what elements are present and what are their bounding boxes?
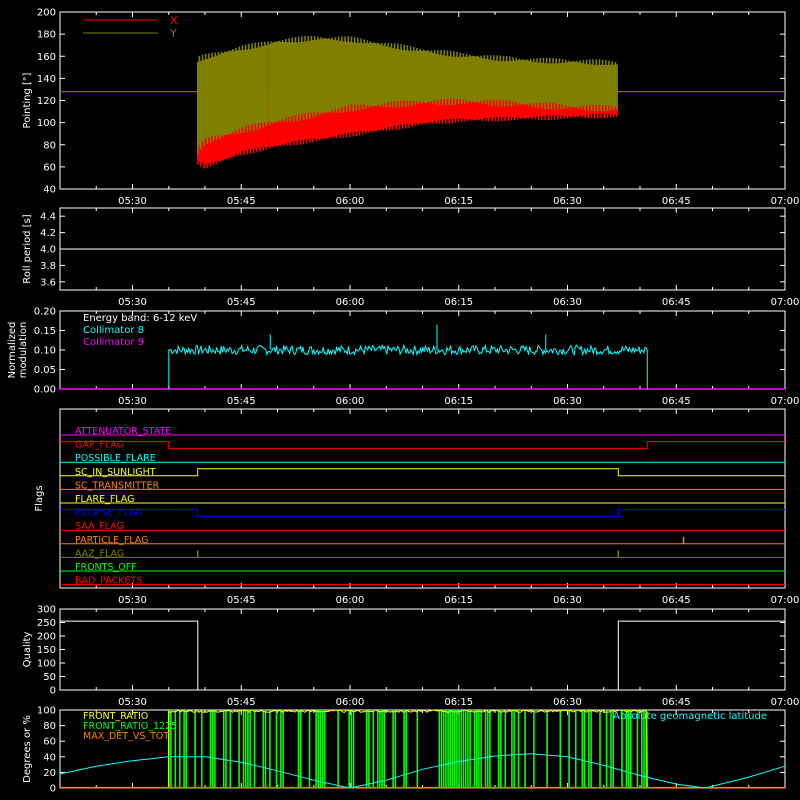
x-tick-label: 05:30	[118, 297, 147, 308]
x-tick-label: 05:45	[227, 595, 256, 606]
x-tick-label: 06:15	[444, 196, 473, 207]
y-tick-label: 200	[37, 8, 56, 19]
x-tick-label: 06:15	[444, 297, 473, 308]
y-tick-label: 40	[43, 185, 56, 196]
x-tick-label: 06:45	[662, 396, 691, 407]
y-tick-label: 0	[50, 686, 56, 697]
y-tick-label: 0.15	[34, 326, 56, 337]
y-axis-label: Pointing ["]	[22, 72, 33, 128]
x-tick-label: 06:45	[662, 196, 691, 207]
x-tick-label: 06:30	[553, 595, 582, 606]
x-tick-label: 06:00	[336, 196, 365, 207]
legend-label: Collimator 9	[83, 337, 144, 348]
x-tick-label: 06:30	[553, 297, 582, 308]
flags-panel: 05:30 05:45 06:00 06:15 06:30 06:45 07:00 Flags…	[34, 408, 800, 606]
y-tick-label: 300	[37, 605, 56, 616]
x-tick-label: 06:00	[336, 396, 365, 407]
x-tick-label: 06:15	[444, 396, 473, 407]
x-tick-label: 05:45	[227, 297, 256, 308]
y-tick-label: 150	[37, 645, 56, 656]
y-tick-label: 60	[43, 162, 56, 173]
x-tick-label: 06:30	[553, 396, 582, 407]
x-tick-label: 05:30	[118, 697, 147, 708]
flag-line	[60, 468, 785, 477]
legend-label: X	[170, 14, 178, 27]
x-tick-label: 07:00	[771, 297, 800, 308]
y-tick-label: 0	[50, 784, 56, 795]
flag-line	[60, 441, 785, 450]
y-axis-label: Degrees or %	[22, 715, 33, 783]
y-tick-label: 80	[43, 140, 56, 151]
y-tick-label: 4.2	[40, 228, 56, 239]
modulation-panel: 05:30 05:45 06:00 06:15 06:30 06:45 07:00 0.00 0…	[7, 307, 799, 408]
y-axis-label: Flags	[34, 485, 45, 511]
x-tick-label: 05:30	[118, 196, 147, 207]
collimator-8-line	[168, 343, 648, 389]
x-tick-label: 06:30	[553, 196, 582, 207]
x-tick-label: 07:00	[771, 697, 800, 708]
quality-line	[60, 620, 785, 691]
chart-canvas: 05:30 05:45 06:00 06:15 06:30 06:45 07:00 40 60 8…	[7, 8, 800, 795]
y-tick-label: 40	[43, 752, 56, 763]
y-tick-label: 180	[37, 30, 56, 41]
y-tick-label: 160	[37, 52, 56, 63]
y-tick-label: 100	[37, 118, 56, 129]
x-tick-label: 07:00	[771, 196, 800, 207]
y-tick-label: 80	[43, 721, 56, 732]
y-tick-label: 4.4	[40, 212, 56, 223]
legend-label: MAX_DET_VS_TOT	[83, 731, 169, 742]
y-tick-label: 0.10	[34, 346, 56, 357]
front-ratio-1225-bars	[168, 710, 647, 788]
y-axis-label: Normalizedmodulation	[7, 322, 29, 379]
x-tick-label: 05:30	[118, 396, 147, 407]
y-tick-label: 140	[37, 74, 56, 85]
y-tick-label: 100	[37, 659, 56, 670]
y-tick-label: 20	[43, 768, 56, 779]
x-tick-label: 05:45	[227, 196, 256, 207]
y-tick-label: 50	[43, 672, 56, 683]
y-axis-label: Quality	[22, 632, 33, 668]
x-tick-label: 05:45	[227, 697, 256, 708]
flag-line	[60, 509, 785, 518]
y-tick-label: 100	[37, 706, 56, 717]
y-tick-label: 0.05	[34, 365, 56, 376]
y-tick-label: 4.0	[40, 245, 56, 256]
y-tick-label: 3.8	[40, 261, 56, 272]
x-tick-label: 06:15	[444, 595, 473, 606]
x-tick-label: 06:45	[662, 697, 691, 708]
x-tick-label: 07:00	[771, 396, 800, 407]
y-tick-label: 3.6	[40, 277, 56, 288]
ratios-panel: 020406080100Degrees or % FRONT_RATIOFRONT…	[22, 706, 786, 795]
x-tick-label: 06:15	[444, 697, 473, 708]
x-tick-label: 05:45	[227, 396, 256, 407]
y-tick-label: 200	[37, 632, 56, 643]
energy-band-annotation: Energy band: 6-12 keV	[83, 313, 197, 324]
y-axis-label: Roll period [s]	[22, 214, 33, 283]
y-tick-label: 250	[37, 618, 56, 629]
x-tick-label: 06:00	[336, 595, 365, 606]
y-tick-label: 0.20	[34, 307, 56, 318]
x-tick-label: 06:45	[662, 297, 691, 308]
legend-label: Collimator 8	[83, 325, 144, 336]
pointing-panel: 05:30 05:45 06:00 06:15 06:30 06:45 07:00 40 60 8…	[22, 8, 799, 208]
x-tick-label: 06:00	[336, 697, 365, 708]
x-tick-label: 06:45	[662, 595, 691, 606]
legend-label: Absolute geomagnetic latitude	[613, 711, 767, 722]
y-tick-label: 60	[43, 737, 56, 748]
y-tick-label: 0.00	[34, 385, 56, 396]
quality-panel: 05:30 05:45 06:00 06:15 06:30 06:45 07:00 0 50 10…	[22, 605, 799, 709]
y-tick-label: 120	[37, 96, 56, 107]
x-tick-label: 06:00	[336, 297, 365, 308]
roll-panel: 05:30 05:45 06:00 06:15 06:30 06:45 07:00 3.6 3.…	[22, 207, 800, 308]
legend-label: Y	[169, 27, 177, 40]
x-tick-label: 07:00	[771, 595, 800, 606]
x-tick-label: 05:30	[118, 595, 147, 606]
x-tick-label: 06:30	[553, 697, 582, 708]
